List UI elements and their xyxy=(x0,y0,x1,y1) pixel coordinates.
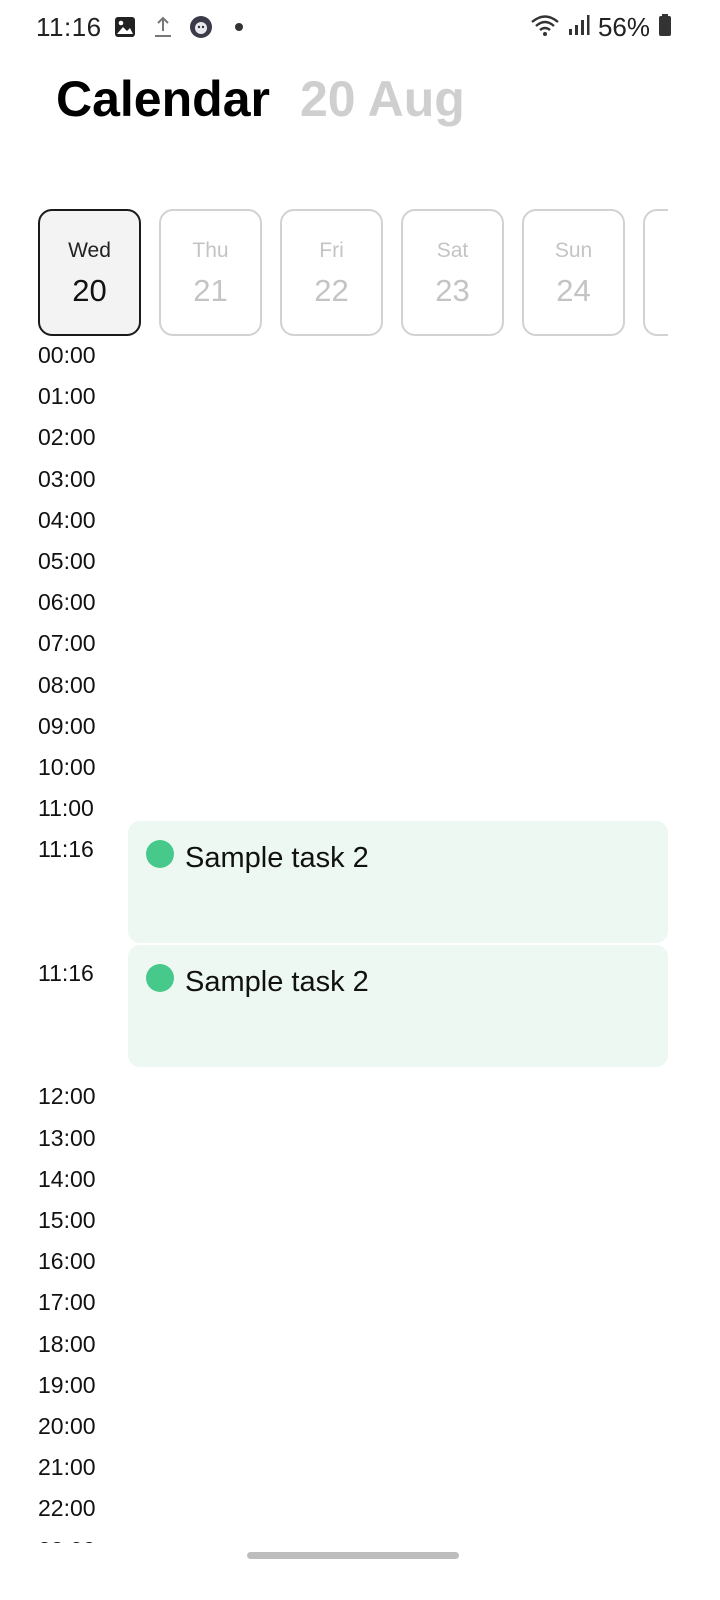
task-title: Sample task 2 xyxy=(185,842,369,875)
hour-label: 16:00 xyxy=(38,1248,96,1275)
wifi-icon xyxy=(530,13,560,42)
day-weekday: Sat xyxy=(436,239,469,262)
day-card[interactable]: Sun 24 xyxy=(522,209,625,336)
hour-label: 22:00 xyxy=(38,1495,96,1522)
day-card[interactable] xyxy=(643,209,668,336)
hour-label: 23:00 xyxy=(38,1537,96,1543)
header: Calendar 20 Aug xyxy=(56,70,465,128)
hour-label: 04:00 xyxy=(38,506,96,533)
day-weekday: Wed xyxy=(68,239,111,262)
hour-label: 11:00 xyxy=(38,795,94,822)
task-status-dot xyxy=(146,963,174,992)
day-number: 24 xyxy=(556,273,591,308)
task-time-label: 11:16 xyxy=(38,836,94,863)
hour-label: 18:00 xyxy=(38,1330,96,1357)
hour-label: 17:00 xyxy=(38,1289,96,1316)
upload-icon xyxy=(150,14,176,40)
hour-label: 00:00 xyxy=(38,342,96,368)
day-card[interactable]: Fri 22 xyxy=(280,209,383,336)
status-left-icons xyxy=(112,14,252,40)
task-time-label: 11:16 xyxy=(38,959,94,986)
timeline[interactable]: 00:00 01:00 02:00 03:00 04:00 05:00 06:00 07:00… xyxy=(0,337,720,1543)
page-title: Calendar xyxy=(56,71,270,127)
hour-label: 20:00 xyxy=(38,1413,96,1439)
task-card[interactable]: Sample task 2 xyxy=(128,821,668,944)
day-number: 22 xyxy=(314,273,349,308)
status-time: 11:16 xyxy=(36,12,102,42)
day-weekday: Sun xyxy=(554,239,593,262)
day-number: 23 xyxy=(435,273,470,308)
hour-label: 10:00 xyxy=(38,754,96,780)
day-card[interactable]: Wed 20 xyxy=(38,209,141,336)
hour-label: 21:00 xyxy=(38,1454,96,1481)
hour-label: 08:00 xyxy=(38,671,96,698)
hour-label: 15:00 xyxy=(38,1207,96,1233)
task-title: Sample task 2 xyxy=(185,965,369,998)
day-number: 21 xyxy=(193,273,228,308)
hour-label: 19:00 xyxy=(38,1371,96,1398)
battery-icon xyxy=(658,13,672,42)
calendar-screen: 11:16 56% Calendar 20 Aug Wed 20 Thu 21 … xyxy=(0,0,720,1600)
signal-icon xyxy=(568,14,590,41)
hour-label: 14:00 xyxy=(38,1165,96,1192)
status-right: 56% xyxy=(530,12,672,43)
hour-label: 13:00 xyxy=(38,1124,96,1151)
day-card[interactable]: Sat 23 xyxy=(401,209,504,336)
day-number: 20 xyxy=(72,273,107,308)
hour-label: 12:00 xyxy=(38,1083,96,1110)
day-card[interactable]: Thu 21 xyxy=(159,209,262,336)
home-indicator[interactable] xyxy=(247,1552,459,1559)
hour-label: 07:00 xyxy=(38,630,96,657)
gallery-icon xyxy=(112,14,138,40)
hour-label: 03:00 xyxy=(38,465,96,492)
hour-label: 02:00 xyxy=(38,424,96,451)
day-weekday: Thu xyxy=(192,239,229,262)
day-strip[interactable]: Wed 20 Thu 21 Fri 22 Sat 23 Sun 24 xyxy=(38,209,668,337)
battery-percent: 56% xyxy=(597,12,650,42)
task-card[interactable]: Sample task 2 xyxy=(128,944,668,1067)
hour-label: 06:00 xyxy=(38,589,96,616)
hour-label: 05:00 xyxy=(38,548,96,574)
hour-label: 01:00 xyxy=(38,383,96,410)
task-status-dot xyxy=(146,840,174,869)
hour-label: 09:00 xyxy=(38,712,96,739)
day-weekday: Fri xyxy=(319,239,344,262)
app-avatar-icon xyxy=(188,14,214,40)
notification-dot-icon xyxy=(226,14,252,40)
header-date[interactable]: 20 Aug xyxy=(300,70,465,128)
status-bar: 11:16 56% xyxy=(0,0,720,52)
